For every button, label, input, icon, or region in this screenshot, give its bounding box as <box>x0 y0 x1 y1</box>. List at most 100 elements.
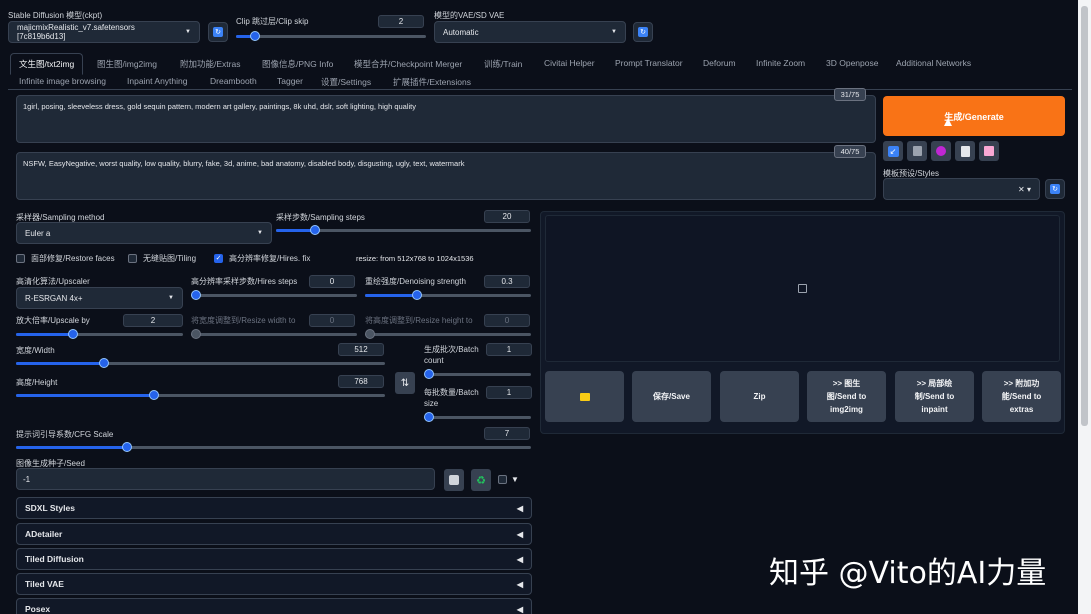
tab-extras[interactable]: 附加功能/Extras <box>180 58 240 70</box>
denoising-slider[interactable] <box>365 289 531 301</box>
reuse-seed-button[interactable]: ♻ <box>471 469 491 491</box>
save-button[interactable]: 保存/Save <box>632 371 711 422</box>
clip-skip-slider[interactable] <box>236 30 426 42</box>
resize-width-input[interactable]: 0 <box>309 314 355 327</box>
tab-infinite-zoom[interactable]: Infinite Zoom <box>756 58 805 68</box>
vae-value: Automatic <box>443 27 479 37</box>
cfg-scale-input[interactable]: 7 <box>484 427 530 440</box>
extra-networks-button[interactable] <box>931 141 951 161</box>
batch-count-slider[interactable] <box>424 368 531 380</box>
tab-dreambooth[interactable]: Dreambooth <box>210 76 257 86</box>
triangle-left-icon: ◀ <box>516 503 523 513</box>
clear-icon[interactable]: ✕ ▾ <box>1018 185 1031 194</box>
tab-3d-openpose[interactable]: 3D Openpose <box>826 58 878 68</box>
read-params-button[interactable]: ↙ <box>883 141 903 161</box>
tab-extensions[interactable]: 扩展插件/Extensions <box>393 76 471 88</box>
tab-tagger[interactable]: Tagger <box>277 76 303 86</box>
clipboard-icon <box>960 145 970 157</box>
random-seed-button[interactable] <box>444 469 464 491</box>
scrollbar-thumb[interactable] <box>1081 6 1088 426</box>
swap-dimensions-button[interactable]: ⇅ <box>395 372 415 394</box>
clipboard-button[interactable] <box>955 141 975 161</box>
vae-refresh-button[interactable]: ↻ <box>633 22 653 42</box>
resize-height-slider[interactable] <box>365 328 531 340</box>
tab-deforum[interactable]: Deforum <box>703 58 736 68</box>
triangle-down-icon: ▼ <box>511 475 519 484</box>
positive-prompt-input[interactable]: 1girl, posing, sleeveless dress, gold se… <box>16 95 876 143</box>
send-to-inpaint-button[interactable]: >> 局部绘 制/Send to inpaint <box>895 371 974 422</box>
trash-icon <box>912 146 922 156</box>
accordion-title: Posex <box>25 604 51 614</box>
upscale-by-input[interactable]: 2 <box>123 314 183 327</box>
cfg-scale-slider[interactable] <box>16 441 531 453</box>
resize-height-input[interactable]: 0 <box>484 314 530 327</box>
generate-label: 生成/Generate <box>944 111 1004 122</box>
generate-button[interactable]: 生成/Generate <box>883 96 1065 136</box>
hires-steps-slider[interactable] <box>191 289 357 301</box>
extra-seed-toggle[interactable]: ▼ <box>498 475 519 484</box>
sampling-steps-input[interactable]: 20 <box>484 210 530 223</box>
tab-img2img[interactable]: 图生图/img2img <box>97 58 157 70</box>
hires-steps-input[interactable]: 0 <box>309 275 355 288</box>
sampling-method-dropdown[interactable]: Euler a ▼ <box>16 222 272 244</box>
accordion-adetailer[interactable]: ADetailer ◀ <box>16 523 532 545</box>
batch-size-input[interactable]: 1 <box>486 386 532 399</box>
chevron-down-icon: ▼ <box>185 29 191 35</box>
sampling-method-value: Euler a <box>25 228 51 238</box>
tab-checkpoint-merger[interactable]: 模型合并/Checkpoint Merger <box>354 58 462 70</box>
denoising-input[interactable]: 0.3 <box>484 275 530 288</box>
checkpoint-refresh-button[interactable]: ↻ <box>208 22 228 42</box>
vae-label: 模型的VAE/SD VAE <box>434 11 505 20</box>
upscaler-dropdown[interactable]: R-ESRGAN 4x+ ▼ <box>16 287 183 309</box>
negative-prompt-input[interactable]: NSFW, EasyNegative, worst quality, low q… <box>16 152 876 200</box>
tab-png-info[interactable]: 图像信息/PNG Info <box>262 58 333 70</box>
checkbox-icon <box>498 475 507 484</box>
checkbox-icon <box>128 254 137 263</box>
styles-refresh-button[interactable]: ↻ <box>1045 179 1065 199</box>
open-folder-button[interactable] <box>545 371 624 422</box>
tab-prompt-translator[interactable]: Prompt Translator <box>615 58 683 68</box>
hires-steps-label: 高分辨率采样步数/Hires steps <box>191 277 298 286</box>
send-to-extras-button[interactable]: >> 附加功 能/Send to extras <box>982 371 1061 422</box>
trash-button[interactable] <box>907 141 927 161</box>
resize-width-slider[interactable] <box>191 328 357 340</box>
accordion-sdxl-styles[interactable]: SDXL Styles ◀ <box>16 497 532 519</box>
triangle-left-icon: ◀ <box>516 529 523 539</box>
tab-train[interactable]: 训练/Train <box>484 58 522 70</box>
accordion-posex[interactable]: Posex ◀ <box>16 598 532 614</box>
save-style-button[interactable] <box>979 141 999 161</box>
restore-faces-checkbox[interactable]: 面部修复/Restore faces <box>16 253 115 264</box>
accordion-tiled-vae[interactable]: Tiled VAE ◀ <box>16 573 532 595</box>
width-slider[interactable] <box>16 357 385 369</box>
accordion-title: ADetailer <box>25 529 63 539</box>
tab-settings[interactable]: 设置/Settings <box>321 76 371 88</box>
width-input[interactable]: 512 <box>338 343 384 356</box>
tab-infinite-image-browsing[interactable]: Infinite image browsing <box>19 76 106 86</box>
batch-count-input[interactable]: 1 <box>486 343 532 356</box>
zip-button[interactable]: Zip <box>720 371 799 422</box>
tab-txt2img[interactable]: 文生图/txt2img <box>10 53 84 75</box>
chevron-down-icon: ▼ <box>257 230 263 236</box>
tab-civitai-helper[interactable]: Civitai Helper <box>544 58 595 68</box>
seed-input[interactable]: -1 <box>16 468 435 490</box>
tiling-checkbox[interactable]: 无缝贴图/Tiling <box>128 253 196 264</box>
tab-additional-networks[interactable]: Additional Networks <box>896 58 971 68</box>
scrollbar[interactable] <box>1078 0 1091 614</box>
checkpoint-label: Stable Diffusion 模型(ckpt) <box>8 11 103 20</box>
clip-skip-input[interactable]: 2 <box>378 15 424 28</box>
checkbox-icon <box>16 254 25 263</box>
tab-divider <box>8 89 1072 90</box>
batch-size-slider[interactable] <box>424 411 531 423</box>
hires-fix-checkbox[interactable]: ✓ 高分辨率修复/Hires. fix <box>214 253 310 264</box>
checkpoint-dropdown[interactable]: majicmixRealistic_v7.safetensors [7c819b… <box>8 21 200 43</box>
height-input[interactable]: 768 <box>338 375 384 388</box>
height-slider[interactable] <box>16 389 385 401</box>
tab-inpaint-anything[interactable]: Inpaint Anything <box>127 76 188 86</box>
upscale-by-slider[interactable] <box>16 328 183 340</box>
vae-dropdown[interactable]: Automatic ▼ <box>434 21 626 43</box>
accordion-tiled-diffusion[interactable]: Tiled Diffusion ◀ <box>16 548 532 570</box>
send-to-img2img-button[interactable]: >> 图生 图/Send to img2img <box>807 371 886 422</box>
styles-dropdown[interactable]: ✕ ▾ <box>883 178 1040 200</box>
sampling-steps-slider[interactable] <box>276 224 531 236</box>
chevron-down-icon: ▼ <box>611 29 617 35</box>
